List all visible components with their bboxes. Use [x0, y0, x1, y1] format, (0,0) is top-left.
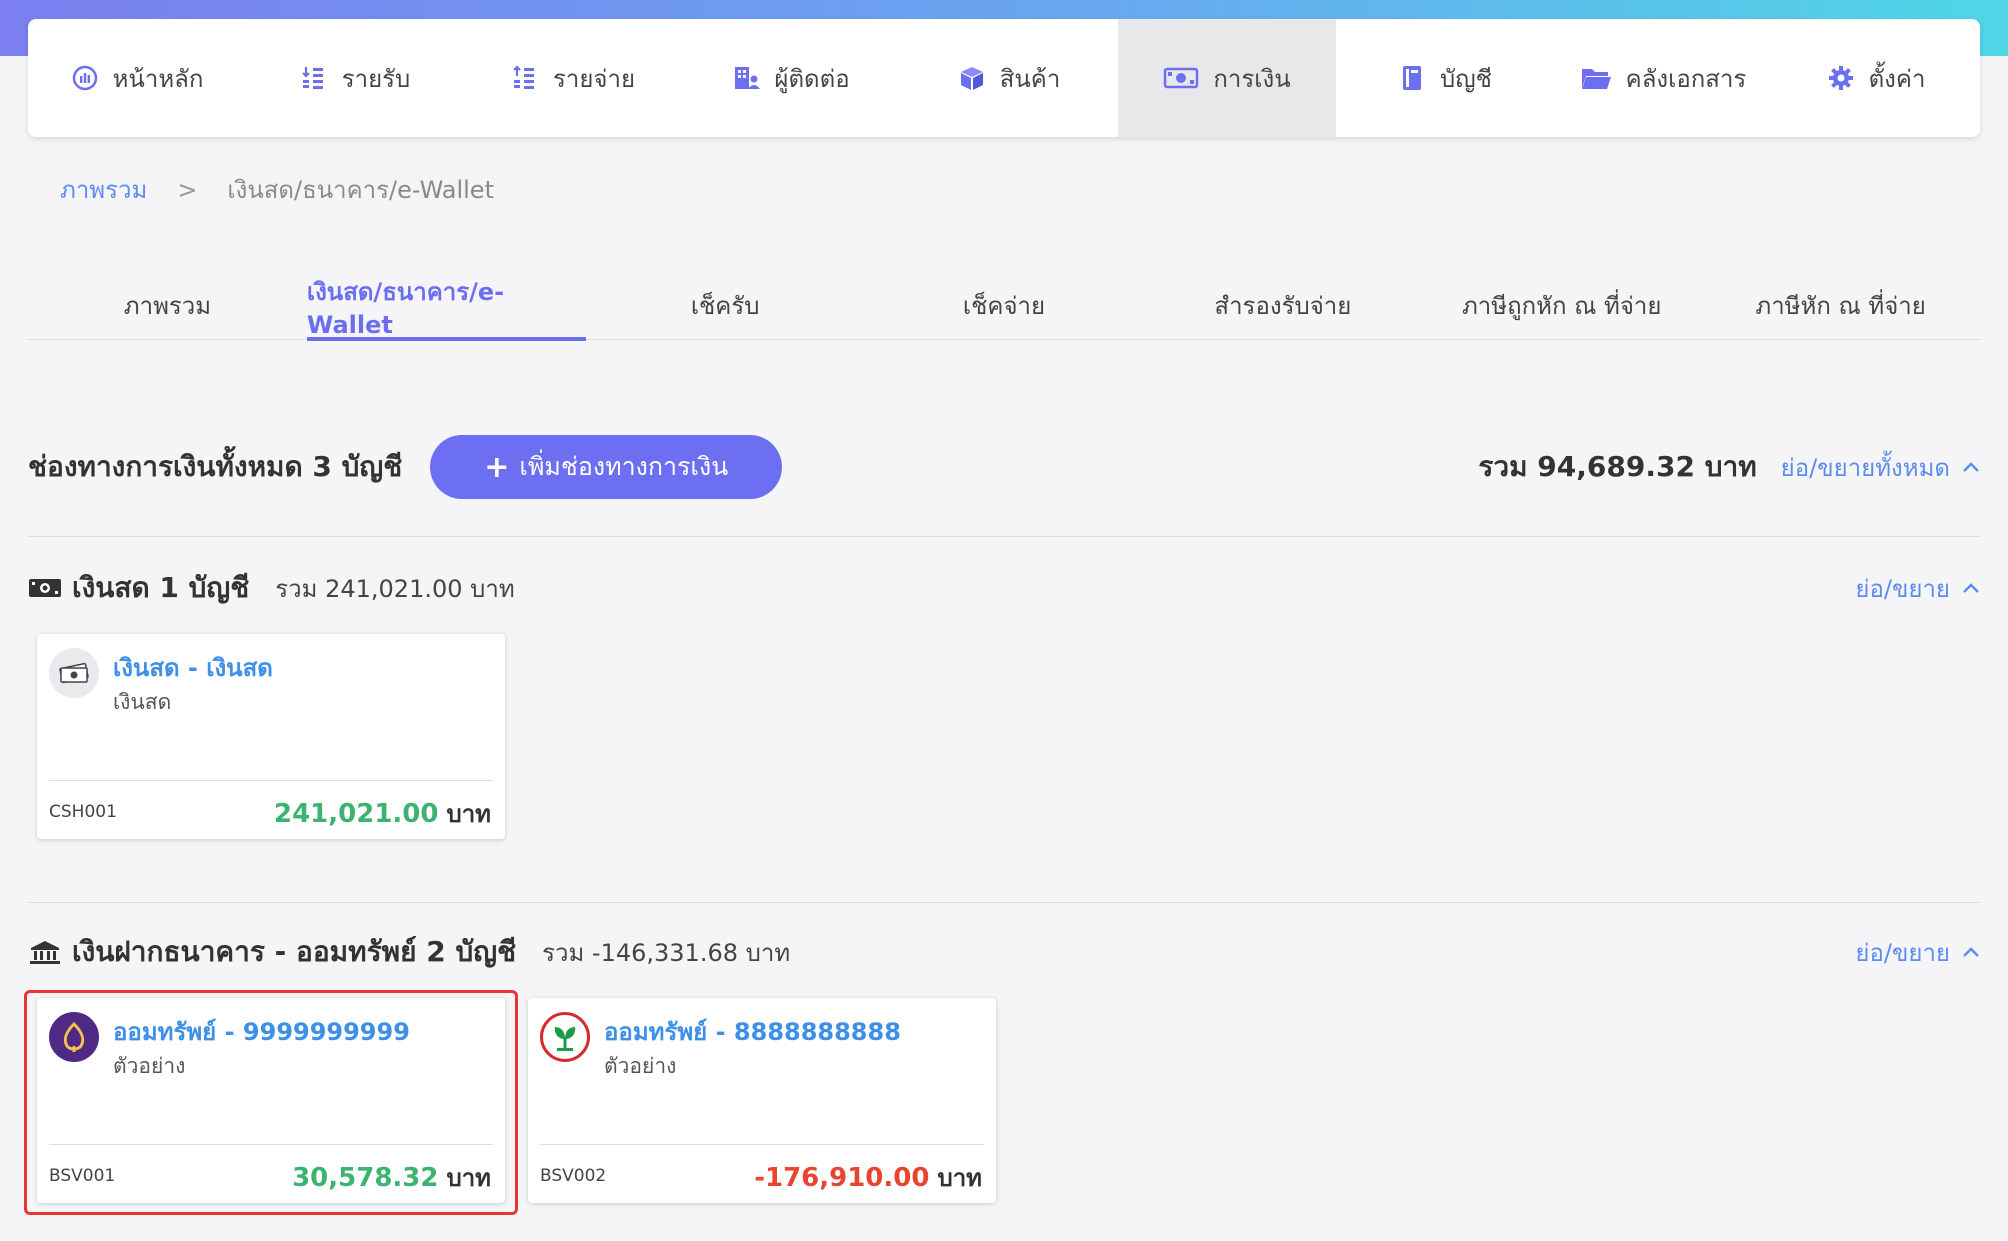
cash-icon [29, 579, 61, 597]
nav-item-settings[interactable]: ตั้งค่า [1772, 19, 1980, 137]
nav-item-accounting[interactable]: บัญชี [1336, 19, 1554, 137]
plus-icon: + [484, 449, 510, 485]
balance-amount: 30,578.32 [292, 1163, 439, 1193]
expense-list-icon [511, 64, 539, 92]
account-card-bsv002[interactable]: ออมทรัพย์ - 8888888888 ตัวอย่าง BSV002 -… [528, 998, 996, 1203]
tab-overview[interactable]: ภาพรวม [28, 270, 307, 340]
cash-section-header: เงินสด 1 บัญชี รวม 241,021.00 บาท ย่อ/ขย… [28, 568, 1980, 608]
account-code: BSV002 [540, 1166, 607, 1186]
nav-label: หน้าหลัก [112, 64, 204, 93]
summary-row: ช่องทางการเงินทั้งหมด 3 บัญชี + เพิ่มช่อ… [28, 435, 1980, 499]
grand-total: รวม 94,689.32 บาท [1478, 450, 1757, 483]
account-card-bsv001[interactable]: ออมทรัพย์ - 9999999999 ตัวอย่าง BSV001 3… [37, 998, 505, 1203]
nav-label: รายรับ [341, 64, 411, 93]
cash-section-title: เงินสด 1 บัญชี [72, 571, 250, 604]
nav-item-finance[interactable]: การเงิน [1118, 19, 1336, 137]
breadcrumb-root-link[interactable]: ภาพรวม [60, 170, 147, 209]
nav-item-contacts[interactable]: ผู้ติดต่อ [682, 19, 900, 137]
card-divider [49, 780, 493, 781]
page-title: ช่องทางการเงินทั้งหมด 3 บัญชี [28, 450, 403, 483]
income-list-icon [300, 64, 328, 92]
cash-avatar-icon [49, 648, 99, 698]
cash-section-sum: รวม 241,021.00 บาท [275, 574, 515, 603]
tab-cash-bank-ewallet[interactable]: เงินสด/ธนาคาร/e-Wallet [306, 270, 586, 341]
cash-section-toggle[interactable]: ย่อ/ขยาย [1855, 569, 1980, 608]
toggle-label: ย่อ/ขยาย [1855, 574, 1950, 603]
tab-withholding-tax-deducted[interactable]: ภาษีถูกหัก ณ ที่จ่าย [1422, 270, 1701, 340]
tab-cheque-paid[interactable]: เช็คจ่าย [865, 270, 1144, 340]
contacts-building-icon [732, 64, 761, 92]
folder-icon [1580, 64, 1612, 92]
nav-item-expense[interactable]: รายจ่าย [464, 19, 682, 137]
breadcrumb-current: เงินสด/ธนาคาร/e-Wallet [227, 176, 494, 204]
gear-icon [1827, 64, 1855, 92]
balance-unit: บาท [937, 1164, 982, 1192]
bank-section-title: เงินฝากธนาคาร - ออมทรัพย์ 2 บัญชี [72, 935, 517, 968]
account-balance: 30,578.32 บาท [292, 1158, 491, 1197]
kbank-logo-icon [540, 1012, 590, 1062]
nav-item-home[interactable]: หน้าหลัก [28, 19, 246, 137]
breadcrumb-separator: > [177, 175, 198, 204]
nav-item-documents[interactable]: คลังเอกสาร [1554, 19, 1772, 137]
bank-icon [30, 941, 60, 964]
nav-label: ผู้ติดต่อ [774, 64, 850, 93]
account-name: ออมทรัพย์ - 8888888888 [604, 1018, 901, 1046]
account-balance: 241,021.00 บาท [274, 794, 491, 833]
nav-item-income[interactable]: รายรับ [246, 19, 464, 137]
nav-label: คลังเอกสาร [1625, 64, 1747, 93]
chevron-up-icon [1963, 583, 1979, 593]
account-code: CSH001 [49, 802, 117, 822]
finance-subtabs: ภาพรวม เงินสด/ธนาคาร/e-Wallet เช็ครับ เช… [28, 270, 1980, 341]
bank-section-toggle[interactable]: ย่อ/ขยาย [1855, 933, 1980, 972]
scb-bank-logo-icon [49, 1012, 99, 1062]
toggle-all-label: ย่อ/ขยายทั้งหมด [1780, 453, 1950, 482]
chevron-up-icon [1963, 947, 1979, 957]
account-code: BSV001 [49, 1166, 116, 1186]
breadcrumb: ภาพรวม > เงินสด/ธนาคาร/e-Wallet [60, 170, 494, 209]
account-subtitle: ตัวอย่าง [113, 1054, 186, 1078]
account-name: เงินสด - เงินสด [113, 654, 273, 682]
main-navbar: หน้าหลัก รายรับ รายจ่าย ผู้ติดต่อ สินค้า… [28, 19, 1980, 137]
nav-label: สินค้า [999, 64, 1061, 93]
money-icon [1163, 64, 1199, 92]
chevron-up-icon [1963, 462, 1979, 472]
ledger-book-icon [1398, 64, 1426, 92]
nav-item-products[interactable]: สินค้า [900, 19, 1118, 137]
account-balance: -176,910.00 บาท [754, 1158, 982, 1197]
bank-section-header: เงินฝากธนาคาร - ออมทรัพย์ 2 บัญชี รวม -1… [28, 932, 1980, 972]
balance-amount: 241,021.00 [273, 799, 439, 829]
divider [28, 536, 1980, 537]
nav-label: ตั้งค่า [1868, 64, 1926, 93]
bank-section-sum: รวม -146,331.68 บาท [542, 938, 791, 967]
toggle-all-link[interactable]: ย่อ/ขยายทั้งหมด [1781, 448, 1980, 487]
nav-label: การเงิน [1213, 64, 1291, 93]
nav-label: รายจ่าย [552, 64, 636, 93]
add-payment-channel-button[interactable]: + เพิ่มช่องทางการเงิน [430, 435, 783, 499]
add-button-label: เพิ่มช่องทางการเงิน [519, 452, 729, 481]
balance-amount: -176,910.00 [754, 1163, 930, 1193]
tab-petty-cash[interactable]: สำรองรับจ่าย [1143, 270, 1422, 340]
account-subtitle: เงินสด [113, 690, 172, 714]
tab-cheque-received[interactable]: เช็ครับ [586, 270, 865, 340]
tab-withholding-tax[interactable]: ภาษีหัก ณ ที่จ่าย [1701, 270, 1980, 340]
balance-unit: บาท [446, 800, 491, 828]
account-name: ออมทรัพย์ - 9999999999 [113, 1018, 410, 1046]
nav-label: บัญชี [1440, 64, 1492, 93]
balance-unit: บาท [446, 1164, 491, 1192]
product-box-icon [958, 64, 986, 92]
divider [28, 902, 1980, 903]
account-subtitle: ตัวอย่าง [604, 1054, 677, 1078]
card-divider [540, 1144, 984, 1145]
account-card-cash[interactable]: เงินสด - เงินสด เงินสด CSH001 241,021.00… [37, 634, 505, 839]
dashboard-icon [71, 64, 99, 92]
card-divider [49, 1144, 493, 1145]
summary-right: รวม 94,689.32 บาท ย่อ/ขยายทั้งหมด [1478, 445, 1980, 489]
toggle-label: ย่อ/ขยาย [1855, 938, 1950, 967]
